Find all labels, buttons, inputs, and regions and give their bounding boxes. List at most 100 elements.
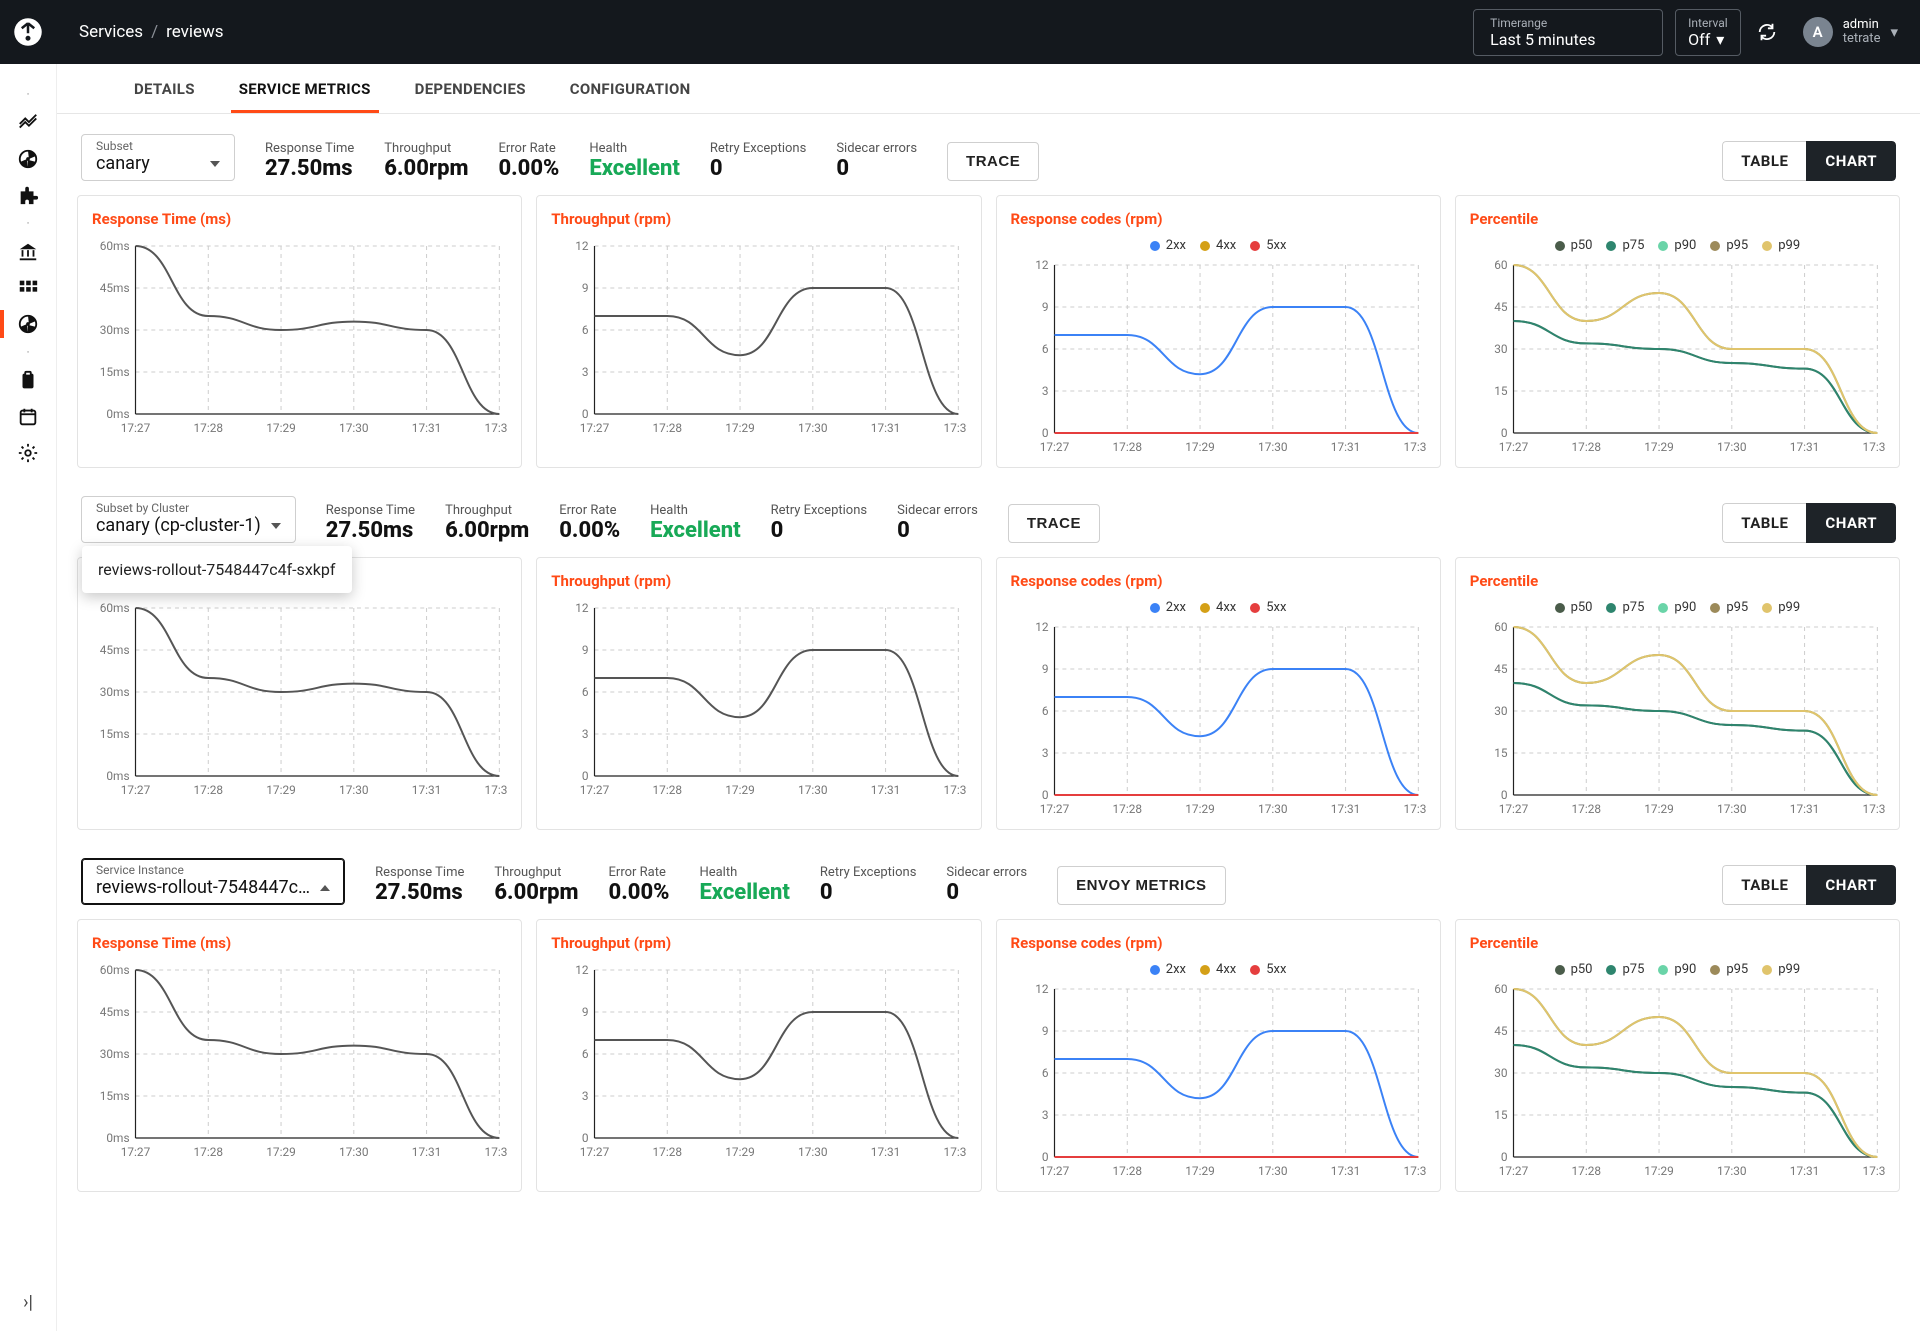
chart-card: Throughput (rpm)03691217:2717:2817:2917:… bbox=[536, 557, 981, 830]
svg-text:0: 0 bbox=[1041, 426, 1048, 440]
svg-text:17:28: 17:28 bbox=[1112, 802, 1142, 816]
chart-area: 03691217:2717:2817:2917:3017:3117:32 bbox=[551, 238, 966, 438]
interval-selector[interactable]: Interval Off▾ bbox=[1675, 9, 1741, 56]
svg-text:6: 6 bbox=[1041, 1066, 1048, 1080]
svg-text:15ms: 15ms bbox=[100, 1089, 130, 1103]
breadcrumb-root[interactable]: Services bbox=[79, 22, 143, 42]
view-toggle: TABLECHART bbox=[1722, 141, 1896, 181]
tab-dependencies[interactable]: DEPENDENCIES bbox=[413, 66, 528, 112]
svg-text:17:29: 17:29 bbox=[1644, 440, 1674, 454]
selector-dropdown: reviews-rollout-7548447c4f-sxkpf bbox=[82, 546, 352, 593]
svg-text:17:32: 17:32 bbox=[1403, 802, 1426, 816]
svg-text:17:31: 17:31 bbox=[412, 1145, 442, 1159]
chart-card: Response Time (ms)0ms15ms30ms45ms60ms17:… bbox=[77, 195, 522, 468]
svg-text:17:27: 17:27 bbox=[1498, 1164, 1528, 1178]
svg-text:30ms: 30ms bbox=[100, 1047, 130, 1061]
section-selector[interactable]: Subset by Clustercanary (cp-cluster-1)re… bbox=[81, 496, 296, 543]
timerange-selector[interactable]: Timerange Last 5 minutes bbox=[1473, 9, 1663, 56]
chart-card: Response Time (ms)0ms15ms30ms45ms60ms17:… bbox=[77, 919, 522, 1192]
svg-text:17:30: 17:30 bbox=[1258, 802, 1288, 816]
chart-card: Percentilep50p75p90p95p9901530456017:271… bbox=[1455, 557, 1900, 830]
svg-text:17:31: 17:31 bbox=[1790, 802, 1820, 816]
legend-item: p90 bbox=[1658, 962, 1696, 977]
envoy-metrics-button[interactable]: ENVOY METRICS bbox=[1057, 866, 1225, 905]
chart-grid: Response Time (ms)0ms15ms30ms45ms60ms17:… bbox=[77, 919, 1900, 1192]
svg-text:17:32: 17:32 bbox=[485, 421, 508, 435]
chart-card: Throughput (rpm) 03691217:2717:2817:2917:… bbox=[536, 195, 981, 468]
legend-item: p95 bbox=[1710, 962, 1748, 977]
nav-target-icon[interactable] bbox=[0, 306, 57, 342]
user-menu[interactable]: A admin tetrate ▾ bbox=[1803, 17, 1898, 47]
svg-text:17:30: 17:30 bbox=[339, 421, 369, 435]
chart-area: 03691217:2717:2817:2917:3017:3117:32 bbox=[551, 600, 966, 800]
chart-title: Percentile bbox=[1470, 210, 1885, 228]
chart-area: 03691217:2717:2817:2917:3017:3117:32 bbox=[1011, 619, 1426, 819]
svg-text:3: 3 bbox=[582, 727, 589, 741]
trace-button[interactable]: TRACE bbox=[1008, 504, 1100, 543]
legend-item: p95 bbox=[1710, 238, 1748, 253]
metric-error_rate: Error Rate0.00% bbox=[609, 865, 670, 905]
chart-area: 01530456017:2717:2817:2917:3017:3117:32 bbox=[1470, 257, 1885, 457]
svg-text:15: 15 bbox=[1494, 1108, 1508, 1122]
view-toggle-table[interactable]: TABLE bbox=[1722, 503, 1806, 543]
dropdown-item[interactable]: reviews-rollout-7548447c4f-sxkpf bbox=[82, 550, 352, 589]
view-toggle-table[interactable]: TABLE bbox=[1722, 141, 1806, 181]
svg-text:17:29: 17:29 bbox=[1644, 802, 1674, 816]
svg-text:60ms: 60ms bbox=[100, 601, 130, 615]
svg-text:9: 9 bbox=[582, 643, 589, 657]
user-org: tetrate bbox=[1843, 32, 1881, 46]
chart-card: Response codes (rpm)2xx4xx5xx03691217:27… bbox=[996, 919, 1441, 1192]
chart-title: Response Time (ms) bbox=[92, 934, 507, 952]
chart-title: Throughput (rpm) bbox=[551, 210, 966, 228]
metric-health: HealthExcellent bbox=[589, 141, 679, 181]
section-selector[interactable]: Subsetcanary bbox=[81, 134, 235, 181]
legend-item: p90 bbox=[1658, 600, 1696, 615]
svg-text:17:32: 17:32 bbox=[944, 783, 967, 797]
view-toggle-chart[interactable]: CHART bbox=[1806, 503, 1896, 543]
view-toggle-chart[interactable]: CHART bbox=[1806, 865, 1896, 905]
nav-bank-icon[interactable] bbox=[0, 234, 57, 270]
chart-grid: Response Time (ms)0ms15ms30ms45ms60ms17:… bbox=[77, 195, 1900, 468]
refresh-button[interactable] bbox=[1753, 18, 1781, 46]
svg-text:3: 3 bbox=[1041, 384, 1048, 398]
svg-text:17:31: 17:31 bbox=[1330, 440, 1360, 454]
svg-text:9: 9 bbox=[1041, 1024, 1048, 1038]
svg-text:17:30: 17:30 bbox=[1717, 1164, 1747, 1178]
breadcrumb-current: reviews bbox=[166, 22, 223, 42]
svg-text:3: 3 bbox=[582, 1089, 589, 1103]
view-toggle: TABLECHART bbox=[1722, 503, 1896, 543]
svg-text:15: 15 bbox=[1494, 746, 1508, 760]
svg-text:6: 6 bbox=[582, 323, 589, 337]
svg-text:17:30: 17:30 bbox=[1717, 802, 1747, 816]
collapse-rail-icon[interactable]: ›| bbox=[23, 1292, 33, 1313]
brand-logo[interactable] bbox=[0, 0, 57, 64]
tab-configuration[interactable]: CONFIGURATION bbox=[568, 66, 693, 112]
legend-item: p75 bbox=[1606, 962, 1644, 977]
tab-details[interactable]: DETAILS bbox=[132, 66, 197, 112]
svg-text:17:32: 17:32 bbox=[944, 1145, 967, 1159]
metric-throughput: Throughput6.00rpm bbox=[494, 865, 578, 905]
svg-text:17:31: 17:31 bbox=[871, 783, 901, 797]
svg-text:6: 6 bbox=[1041, 342, 1048, 356]
nav-calendar-icon[interactable] bbox=[0, 399, 57, 435]
nav-settings-icon[interactable] bbox=[0, 435, 57, 471]
svg-text:15ms: 15ms bbox=[100, 365, 130, 379]
view-toggle-chart[interactable]: CHART bbox=[1806, 141, 1896, 181]
chart-legend: p50p75p90p95p99 bbox=[1470, 238, 1885, 253]
trace-button[interactable]: TRACE bbox=[947, 142, 1039, 181]
view-toggle-table[interactable]: TABLE bbox=[1722, 865, 1806, 905]
svg-text:17:32: 17:32 bbox=[485, 783, 508, 797]
chart-title: Throughput (rpm) bbox=[551, 934, 966, 952]
nav-radiation-icon[interactable] bbox=[0, 141, 57, 177]
nav-extension-icon[interactable] bbox=[0, 177, 57, 213]
metric-health: HealthExcellent bbox=[650, 503, 740, 543]
nav-clipboard-icon[interactable] bbox=[0, 363, 57, 399]
legend-item: p50 bbox=[1555, 962, 1593, 977]
chart-legend: p50p75p90p95p99 bbox=[1470, 962, 1885, 977]
svg-text:3: 3 bbox=[1041, 746, 1048, 760]
nav-trends-icon[interactable] bbox=[0, 105, 57, 141]
nav-grid-icon[interactable] bbox=[0, 270, 57, 306]
tab-service-metrics[interactable]: SERVICE METRICS bbox=[237, 66, 373, 112]
section-selector[interactable]: Service Instancereviews-rollout-7548447c… bbox=[81, 858, 345, 905]
svg-text:17:28: 17:28 bbox=[653, 1145, 683, 1159]
